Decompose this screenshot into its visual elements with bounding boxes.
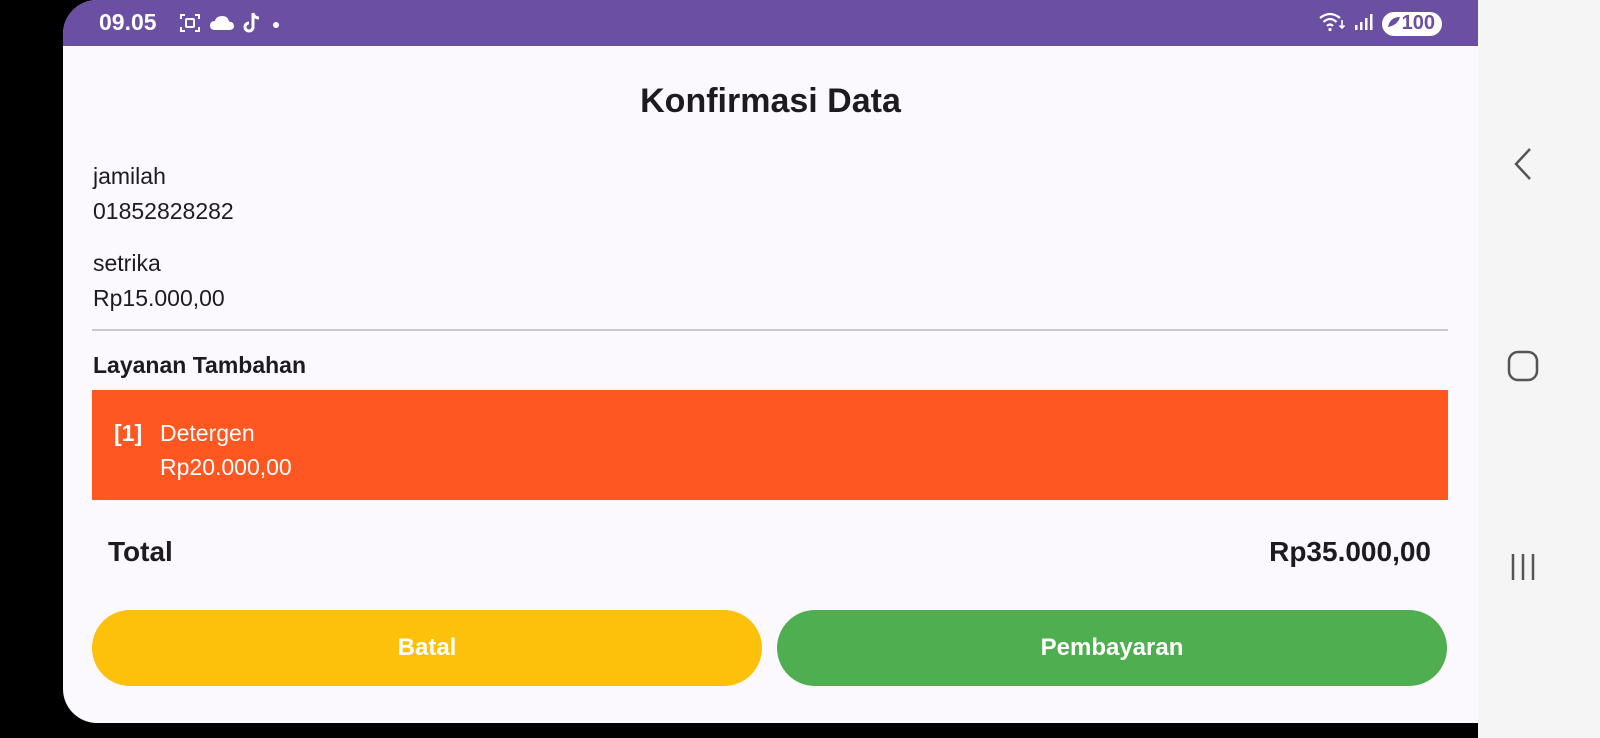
service-price: Rp15.000,00 (93, 285, 225, 311)
page-title: Konfirmasi Data (640, 82, 901, 120)
customer-phone: 01852828282 (93, 198, 234, 224)
back-button[interactable] (1478, 146, 1568, 187)
back-icon (1508, 146, 1538, 187)
screenshot-icon (178, 12, 202, 39)
battery-indicator: 100 (1381, 11, 1442, 36)
app-screen: 09.05 100 Konfirmasi Data jamilah 018528… (63, 0, 1478, 723)
status-icons-left (178, 11, 283, 40)
dot-icon (269, 16, 283, 35)
battery-level: 100 (1401, 12, 1435, 34)
total-label: Total (108, 536, 173, 567)
signal-icon (1354, 11, 1374, 36)
home-icon (1506, 349, 1540, 388)
status-icons-right: 100 (1318, 10, 1442, 37)
wifi-icon (1318, 10, 1346, 37)
service-name: setrika (93, 250, 161, 276)
addon-name: Detergen (160, 420, 255, 446)
tiktok-icon (242, 11, 262, 40)
addon-price: Rp20.000,00 (160, 454, 292, 480)
cloud-icon (209, 14, 235, 37)
payment-button[interactable]: Pembayaran (777, 610, 1447, 686)
addon-item: [1] Detergen Rp20.000,00 (92, 390, 1448, 500)
cancel-button[interactable]: Batal (92, 610, 762, 686)
addon-index: [1] (114, 420, 143, 446)
total-value: Rp35.000,00 (1269, 536, 1431, 567)
recents-icon (1506, 552, 1540, 587)
navigation-bar (1478, 0, 1600, 738)
battery-icon (1386, 12, 1402, 35)
divider (92, 329, 1448, 331)
recents-button[interactable] (1478, 552, 1568, 587)
status-time: 09.05 (99, 9, 157, 35)
home-button[interactable] (1478, 349, 1568, 388)
addons-title: Layanan Tambahan (93, 352, 307, 378)
customer-name: jamilah (93, 163, 166, 189)
status-bar: 09.05 100 (63, 0, 1478, 46)
